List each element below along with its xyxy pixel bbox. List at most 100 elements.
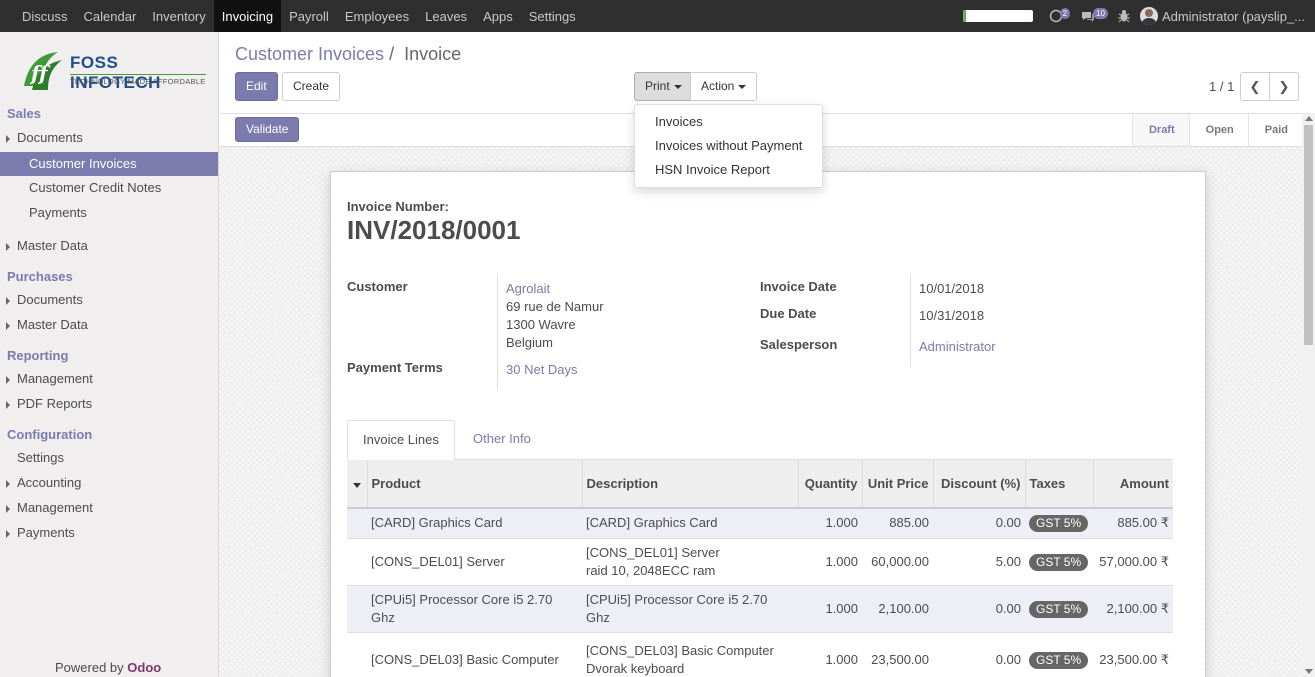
col-discount[interactable]: Discount (%) bbox=[932, 460, 1025, 509]
powered-by: Powered by Odoo bbox=[55, 660, 161, 675]
tab-invoice-lines[interactable]: Invoice Lines bbox=[347, 420, 455, 460]
print-menu-hsn-invoice-report[interactable]: HSN Invoice Report bbox=[635, 159, 822, 183]
cell-discount: 0.00 bbox=[933, 631, 1025, 677]
sort-toggle[interactable] bbox=[347, 460, 367, 509]
col-unit-price[interactable]: Unit Price bbox=[861, 460, 933, 509]
invoice-lines-table: Product Description Quantity Unit Price … bbox=[347, 460, 1173, 677]
col-taxes[interactable]: Taxes bbox=[1024, 460, 1093, 509]
messages-button[interactable]: 10 bbox=[1080, 7, 1108, 23]
salesperson-link[interactable]: Administrator bbox=[919, 339, 996, 354]
sidebar-item-config-management[interactable]: Management bbox=[0, 496, 218, 520]
sidebar-item-sales-documents[interactable]: Documents bbox=[0, 126, 218, 150]
caret-right-icon bbox=[6, 242, 10, 251]
app-menu: Discuss Calendar Inventory Invoicing Pay… bbox=[0, 0, 584, 32]
section-sales: Sales bbox=[7, 106, 41, 121]
sidebar-item-purchases-documents[interactable]: Documents bbox=[0, 288, 218, 312]
field-divider bbox=[497, 276, 498, 389]
print-label: Print bbox=[645, 79, 670, 93]
caret-right-icon bbox=[6, 375, 10, 384]
menu-employees[interactable]: Employees bbox=[337, 0, 417, 32]
table-row[interactable]: [CPUi5] Processor Core i5 2.70 Ghz [CPUi… bbox=[347, 584, 1173, 632]
table-row[interactable]: [CONS_DEL01] Server [CONS_DEL01] Server r… bbox=[347, 537, 1173, 585]
menu-invoicing[interactable]: Invoicing bbox=[213, 0, 282, 32]
menu-apps[interactable]: Apps bbox=[475, 0, 521, 32]
description-line: [CONS_DEL03] Basic Computer bbox=[586, 643, 774, 659]
onboarding-progress-bar[interactable] bbox=[962, 10, 1033, 22]
sidebar-item-purchases-master-data[interactable]: Master Data bbox=[0, 313, 218, 337]
invoice-number: INV/2018/0001 bbox=[347, 215, 521, 245]
caret-right-icon bbox=[6, 504, 10, 513]
sidebar-item-label: Documents bbox=[17, 292, 83, 307]
menu-payroll[interactable]: Payroll bbox=[281, 0, 337, 32]
state-draft[interactable]: Draft bbox=[1131, 114, 1189, 146]
sidebar-item-settings[interactable]: Settings bbox=[0, 446, 218, 470]
company-logo[interactable]: ff FOSS INFOTECH TECHNOLOGY MADE AFFORDA… bbox=[18, 44, 208, 100]
sidebar-item-label: Documents bbox=[17, 130, 83, 145]
form-view-background: Invoice Number: INV/2018/0001 Customer A… bbox=[219, 147, 1302, 677]
odoo-link[interactable]: Odoo bbox=[127, 660, 161, 675]
chat-button[interactable]: 2 bbox=[1049, 7, 1071, 23]
invoice-number-label: Invoice Number: bbox=[347, 199, 449, 214]
debug-button[interactable] bbox=[1117, 9, 1130, 23]
caret-right-icon bbox=[6, 400, 10, 409]
sidebar-item-config-payments[interactable]: Payments bbox=[0, 521, 218, 545]
menu-leaves[interactable]: Leaves bbox=[417, 0, 475, 32]
description-line: [CONS_DEL01] Server bbox=[586, 544, 720, 560]
menu-settings[interactable]: Settings bbox=[521, 0, 584, 32]
sidebar-item-pdf-reports[interactable]: PDF Reports bbox=[0, 392, 218, 416]
cell-product: [CPUi5] Processor Core i5 2.70 Ghz bbox=[367, 584, 582, 632]
invoice-date-label: Invoice Date bbox=[760, 279, 837, 294]
row-handle bbox=[347, 584, 367, 632]
col-amount[interactable]: Amount bbox=[1092, 460, 1173, 509]
address-city: 1300 Wavre bbox=[506, 317, 576, 332]
cell-description: [CPUi5] Processor Core i5 2.70 Ghz bbox=[582, 584, 798, 632]
user-avatar[interactable] bbox=[1139, 7, 1158, 25]
breadcrumb: Customer Invoices / Invoice bbox=[235, 44, 461, 65]
sidebar-item-customer-invoices[interactable]: Customer Invoices bbox=[0, 152, 218, 176]
breadcrumb-customer-invoices[interactable]: Customer Invoices bbox=[235, 44, 384, 64]
scrollbar-thumb[interactable] bbox=[1304, 125, 1313, 345]
cell-quantity: 1.000 bbox=[798, 631, 862, 677]
validate-button[interactable]: Validate bbox=[235, 117, 300, 142]
menu-calendar[interactable]: Calendar bbox=[76, 0, 145, 32]
customer-link[interactable]: Agrolait bbox=[506, 281, 550, 296]
print-menu-invoices[interactable]: Invoices bbox=[635, 111, 822, 135]
main-scrollbar[interactable] bbox=[1302, 113, 1315, 677]
state-paid[interactable]: Paid bbox=[1247, 114, 1302, 146]
cell-amount: 23,500.00 ₹ bbox=[1093, 631, 1173, 677]
pager-value[interactable]: 1 / 1 bbox=[1209, 79, 1234, 94]
col-description[interactable]: Description bbox=[581, 460, 798, 509]
scroll-up-icon[interactable] bbox=[1305, 116, 1313, 121]
logo-tagline: TECHNOLOGY MADE AFFORDABLE bbox=[70, 74, 206, 86]
tab-other-info[interactable]: Other Info bbox=[458, 420, 546, 460]
pager-next-button[interactable]: ❯ bbox=[1269, 72, 1299, 101]
payment-terms-label: Payment Terms bbox=[347, 360, 443, 375]
menu-discuss[interactable]: Discuss bbox=[14, 0, 76, 32]
col-product[interactable]: Product bbox=[366, 460, 582, 509]
menu-inventory[interactable]: Inventory bbox=[144, 0, 213, 32]
invoice-date-value: 10/01/2018 bbox=[919, 281, 985, 296]
print-dropdown-button[interactable]: Print bbox=[634, 72, 693, 101]
table-row[interactable]: [CONS_DEL03] Basic Computer [CONS_DEL03]… bbox=[347, 631, 1173, 677]
state-open[interactable]: Open bbox=[1188, 114, 1248, 146]
scroll-down-icon[interactable] bbox=[1305, 669, 1313, 674]
invoice-sheet: Invoice Number: INV/2018/0001 Customer A… bbox=[330, 171, 1206, 677]
action-dropdown-button[interactable]: Action bbox=[690, 72, 758, 101]
table-row[interactable]: [CARD] Graphics Card [CARD] Graphics Car… bbox=[347, 507, 1173, 538]
cell-discount: 0.00 bbox=[933, 584, 1025, 632]
edit-button[interactable]: Edit bbox=[235, 72, 278, 101]
user-menu[interactable]: Administrator (payslip_... bbox=[1162, 9, 1305, 24]
sidebar-item-customer-credit-notes[interactable]: Customer Credit Notes bbox=[0, 176, 218, 200]
create-button[interactable]: Create bbox=[282, 72, 341, 101]
address-street: 69 rue de Namur bbox=[506, 299, 604, 314]
sidebar-item-payments[interactable]: Payments bbox=[0, 201, 218, 225]
sidebar-item-management[interactable]: Management bbox=[0, 367, 218, 391]
customer-label: Customer bbox=[347, 279, 408, 294]
col-quantity[interactable]: Quantity bbox=[797, 460, 862, 509]
pager-previous-button[interactable]: ❮ bbox=[1240, 72, 1270, 101]
section-reporting: Reporting bbox=[7, 348, 69, 363]
payment-terms-link[interactable]: 30 Net Days bbox=[506, 362, 578, 377]
print-menu-invoices-without-payment[interactable]: Invoices without Payment bbox=[635, 135, 822, 159]
sidebar-item-accounting[interactable]: Accounting bbox=[0, 471, 218, 495]
sidebar-item-sales-master-data[interactable]: Master Data bbox=[0, 234, 218, 258]
